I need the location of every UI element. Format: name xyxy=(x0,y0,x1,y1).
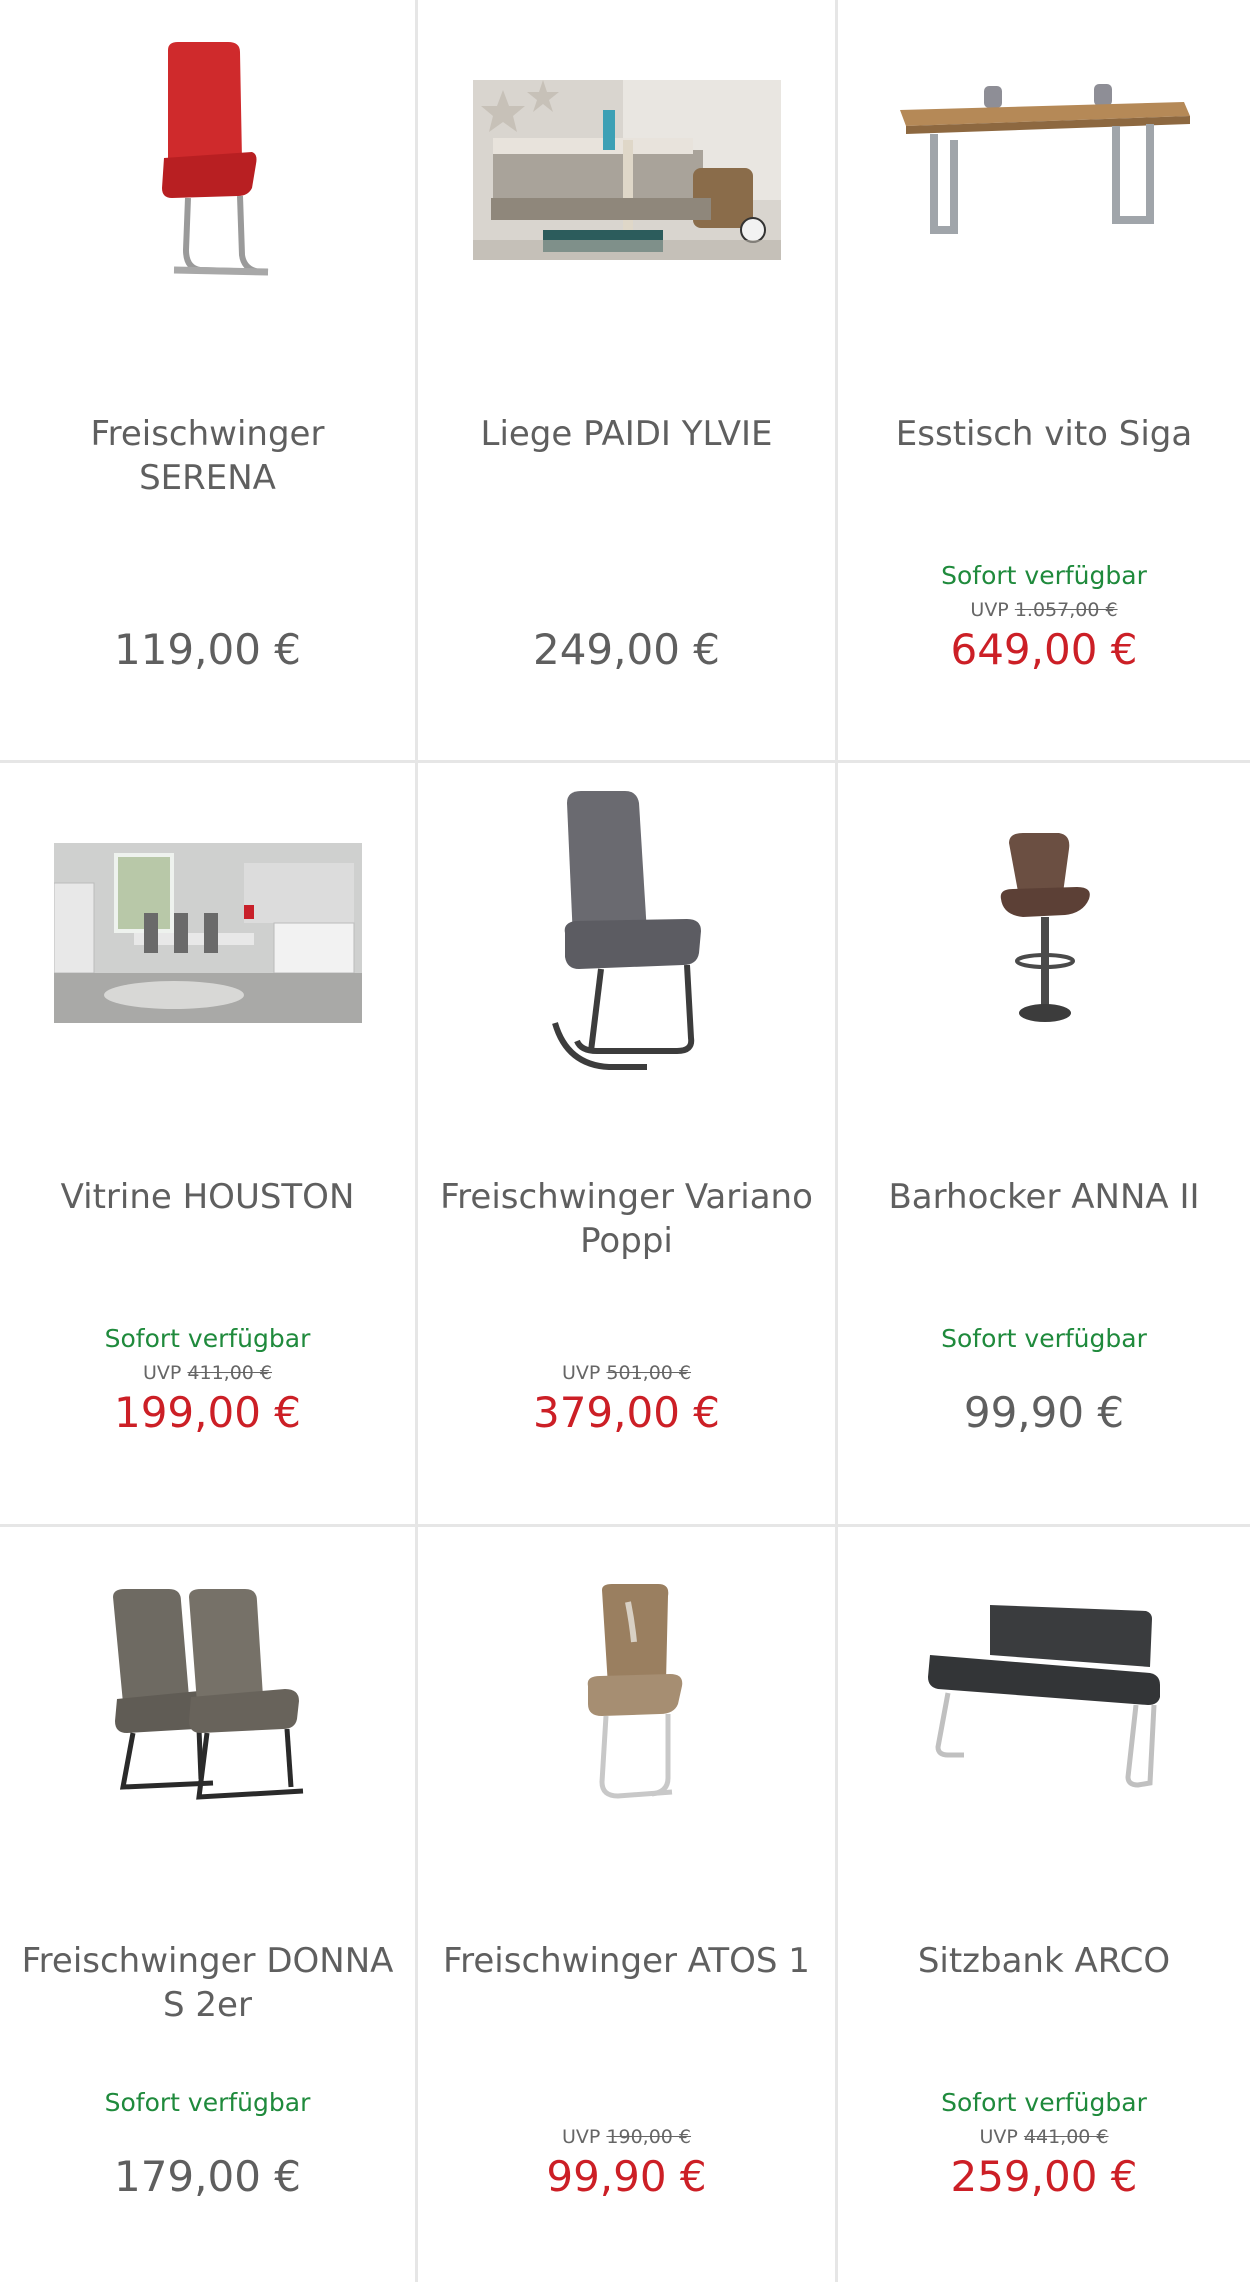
product-image[interactable] xyxy=(838,20,1250,320)
availability-label xyxy=(418,560,835,592)
uvp-price: 1.057,00 € xyxy=(1014,599,1118,621)
product-price: 259,00 € xyxy=(950,2152,1138,2201)
product-image[interactable] xyxy=(418,1547,835,1847)
product-image[interactable] xyxy=(0,783,415,1083)
availability-label: Sofort verfügbar xyxy=(941,2088,1147,2117)
product-price: 249,00 € xyxy=(532,625,721,674)
product-image[interactable] xyxy=(838,783,1250,1083)
availability-label: Sofort verfügbar xyxy=(941,1324,1147,1353)
uvp-label: UVP xyxy=(142,1362,182,1384)
product-card[interactable]: Sitzbank ARCO Sofort verfügbar UVP 441,0… xyxy=(838,1527,1250,2282)
price-block: Sofort verfügbar UVP 411,00 € 199,00 € xyxy=(0,1323,415,1439)
red-cantilever-chair-image xyxy=(161,42,268,276)
price-block: Sofort verfügbar UVP 441,00 € 259,00 € xyxy=(838,2087,1250,2203)
availability-label: Sofort verfügbar xyxy=(941,561,1147,590)
uvp-price: 190,00 € xyxy=(606,2126,692,2148)
kids-bed-image xyxy=(472,80,781,260)
price-block: 249,00 € xyxy=(418,560,835,676)
product-grid: Freischwinger SERENA 119,00 € Liege PAID… xyxy=(0,0,1250,2282)
product-image[interactable] xyxy=(418,783,835,1083)
product-name[interactable]: Esstisch vito Siga xyxy=(858,412,1230,456)
availability-label xyxy=(0,560,415,592)
product-name[interactable]: Freischwinger ATOS 1 xyxy=(438,1939,815,1983)
product-card[interactable]: Freischwinger ATOS 1 UVP 190,00 € 99,90 … xyxy=(418,1527,838,2282)
uvp-line: UVP 411,00 € xyxy=(0,1361,415,1385)
uvp-price: 501,00 € xyxy=(606,1362,692,1384)
uvp-line: UVP 1.057,00 € xyxy=(838,598,1250,622)
product-image[interactable] xyxy=(838,1547,1250,1847)
uvp-label: UVP xyxy=(979,2126,1018,2148)
price-block: Sofort verfügbar 179,00 € xyxy=(0,2087,415,2203)
product-card[interactable]: Freischwinger DONNA S 2er Sofort verfügb… xyxy=(0,1527,418,2282)
product-card[interactable]: Barhocker ANNA II Sofort verfügbar 99,90… xyxy=(838,763,1250,1527)
price-block: 119,00 € xyxy=(0,560,415,676)
product-price: 379,00 € xyxy=(532,1388,721,1437)
dining-table-image xyxy=(900,84,1190,234)
price-block: Sofort verfügbar 99,90 € xyxy=(838,1323,1250,1439)
bar-stool-image xyxy=(1000,833,1090,1022)
product-card[interactable]: Liege PAIDI YLVIE 249,00 € xyxy=(418,0,838,763)
product-price: 119,00 € xyxy=(113,625,302,674)
availability-label: Sofort verfügbar xyxy=(104,1324,311,1353)
product-price: 179,00 € xyxy=(113,2152,302,2201)
uvp-label: UVP xyxy=(561,1362,601,1384)
availability-label xyxy=(418,2087,835,2119)
uvp-line: UVP 501,00 € xyxy=(418,1361,835,1385)
uvp-price: 411,00 € xyxy=(187,1362,273,1384)
grey-cantilever-chair-image xyxy=(551,791,701,1070)
product-card[interactable]: Freischwinger Variano Poppi UVP 501,00 €… xyxy=(418,763,838,1527)
product-image[interactable] xyxy=(418,20,835,320)
bench-image xyxy=(928,1605,1160,1788)
product-price: 99,90 € xyxy=(546,2152,707,2201)
product-image[interactable] xyxy=(0,1547,415,1847)
uvp-line: UVP 441,00 € xyxy=(838,2125,1250,2149)
product-image[interactable] xyxy=(0,20,415,320)
availability-label: Sofort verfügbar xyxy=(104,2088,311,2117)
product-name[interactable]: Sitzbank ARCO xyxy=(858,1939,1230,1983)
availability-label xyxy=(418,1323,835,1355)
dining-room-image xyxy=(53,843,362,1023)
price-block: UVP 190,00 € 99,90 € xyxy=(418,2087,835,2203)
product-card[interactable]: Esstisch vito Siga Sofort verfügbar UVP … xyxy=(838,0,1250,763)
price-block: UVP 501,00 € 379,00 € xyxy=(418,1323,835,1439)
product-name[interactable]: Freischwinger Variano Poppi xyxy=(438,1175,815,1263)
product-card[interactable]: Freischwinger SERENA 119,00 € xyxy=(0,0,418,763)
uvp-line: UVP 190,00 € xyxy=(418,2125,835,2149)
product-price: 99,90 € xyxy=(963,1388,1125,1437)
product-price: 649,00 € xyxy=(950,625,1138,674)
price-block: Sofort verfügbar UVP 1.057,00 € 649,00 € xyxy=(838,560,1250,676)
product-name[interactable]: Barhocker ANNA II xyxy=(858,1175,1230,1219)
uvp-label: UVP xyxy=(561,2126,601,2148)
product-price: 199,00 € xyxy=(113,1388,302,1437)
product-name[interactable]: Freischwinger DONNA S 2er xyxy=(20,1939,395,2027)
product-name[interactable]: Freischwinger SERENA xyxy=(20,412,395,500)
product-card[interactable]: Vitrine HOUSTON Sofort verfügbar UVP 411… xyxy=(0,763,418,1527)
product-name[interactable]: Liege PAIDI YLVIE xyxy=(438,412,815,456)
product-name[interactable]: Vitrine HOUSTON xyxy=(20,1175,395,1219)
two-chairs-image xyxy=(112,1589,303,1800)
uvp-label: UVP xyxy=(970,599,1009,621)
uvp-price: 441,00 € xyxy=(1023,2126,1109,2148)
beige-chair-image xyxy=(587,1584,682,1799)
